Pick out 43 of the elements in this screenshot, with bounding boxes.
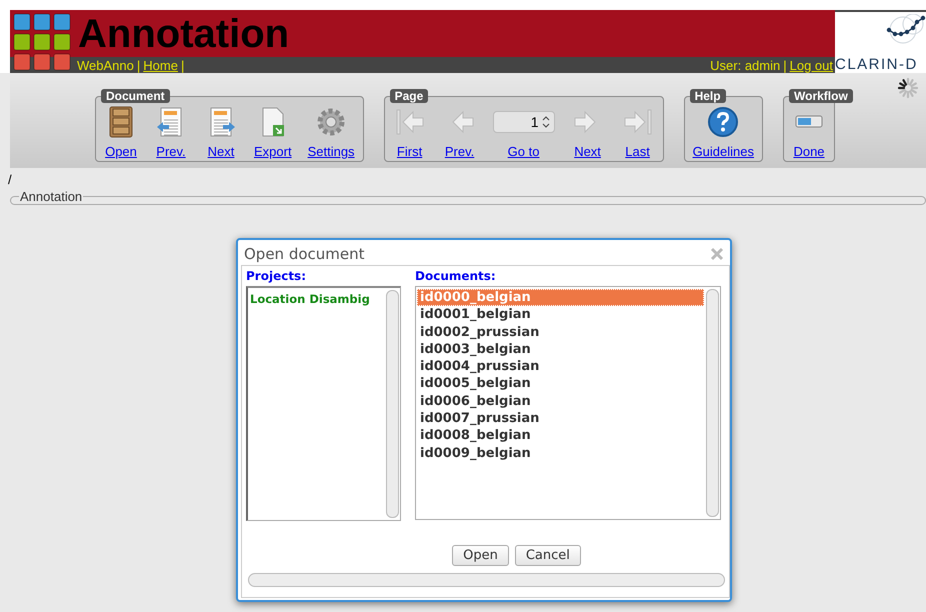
toolbar-link[interactable]: Next xyxy=(574,144,601,159)
document-item[interactable]: id0009_belgian xyxy=(417,444,704,462)
group-title: Document xyxy=(101,89,170,103)
toolbar-link[interactable]: Next xyxy=(208,144,234,159)
home-link[interactable]: Home xyxy=(143,58,178,72)
breadcrumb: / xyxy=(8,172,13,187)
go-to-link[interactable]: Go to xyxy=(508,144,540,159)
toolbar-link[interactable]: First xyxy=(396,144,422,159)
document-item[interactable]: id0003_belgian xyxy=(417,340,704,358)
page-number-field[interactable]: 1 xyxy=(492,111,555,133)
cancel-button[interactable]: Cancel xyxy=(514,545,581,566)
group-title: Page xyxy=(390,89,428,103)
document-item[interactable]: id0002_prussian xyxy=(417,324,704,341)
document-item[interactable]: id0005_belgian xyxy=(417,375,704,393)
logout-link[interactable]: Log out xyxy=(790,58,833,72)
documents-label: Documents: xyxy=(415,269,497,283)
toolbar-link[interactable]: Guidelines xyxy=(692,144,754,159)
separator: | xyxy=(783,58,787,72)
separator: | xyxy=(136,58,140,72)
toolbar-link[interactable]: Export xyxy=(254,144,292,159)
group-title: Workflow xyxy=(789,89,853,103)
separator: | xyxy=(180,58,184,72)
document-item[interactable]: id0007_prussian xyxy=(417,410,704,428)
document-item[interactable]: id0004_prussian xyxy=(417,358,704,376)
dialog-title: Open document xyxy=(244,245,365,263)
document-item[interactable]: id0008_belgian xyxy=(417,427,704,445)
toolbar-link[interactable]: Prev. xyxy=(444,144,474,159)
app-name: WebAnno xyxy=(77,58,134,72)
toolbar-link[interactable]: Done xyxy=(793,144,825,159)
user-label: User: admin xyxy=(710,58,780,72)
app-title: Annotation xyxy=(78,14,290,54)
toolbar-link[interactable]: Prev. xyxy=(156,144,186,159)
toolbar-link[interactable]: Last xyxy=(625,144,650,159)
project-item[interactable]: Location Disambig xyxy=(249,290,384,308)
clarin-logo-text: CLARIN-D xyxy=(835,56,918,73)
document-item[interactable]: id0001_belgian xyxy=(417,306,704,324)
toolbar-link[interactable]: Settings xyxy=(308,144,355,159)
panel-legend: Annotation xyxy=(19,189,84,204)
open-button[interactable]: Open xyxy=(452,545,509,566)
toolbar-link[interactable]: Open xyxy=(105,144,137,159)
group-title: Help xyxy=(690,89,726,103)
projects-label: Projects: xyxy=(246,269,307,283)
document-item[interactable]: id0006_belgian xyxy=(417,392,704,410)
